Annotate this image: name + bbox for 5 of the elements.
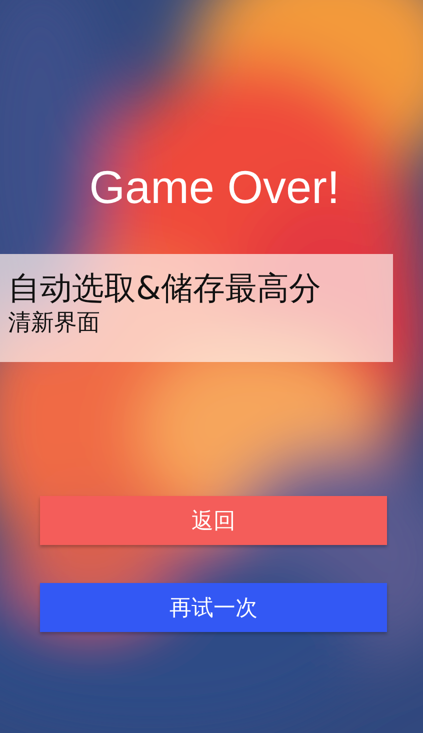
game-over-title: Game Over! [88, 160, 340, 214]
banner-subheading: 清新界面 [8, 309, 100, 338]
retry-button[interactable]: 再试一次 [40, 583, 387, 632]
banner-heading: 自动选取&储存最高分 [8, 268, 321, 308]
back-button[interactable]: 返回 [40, 496, 387, 545]
